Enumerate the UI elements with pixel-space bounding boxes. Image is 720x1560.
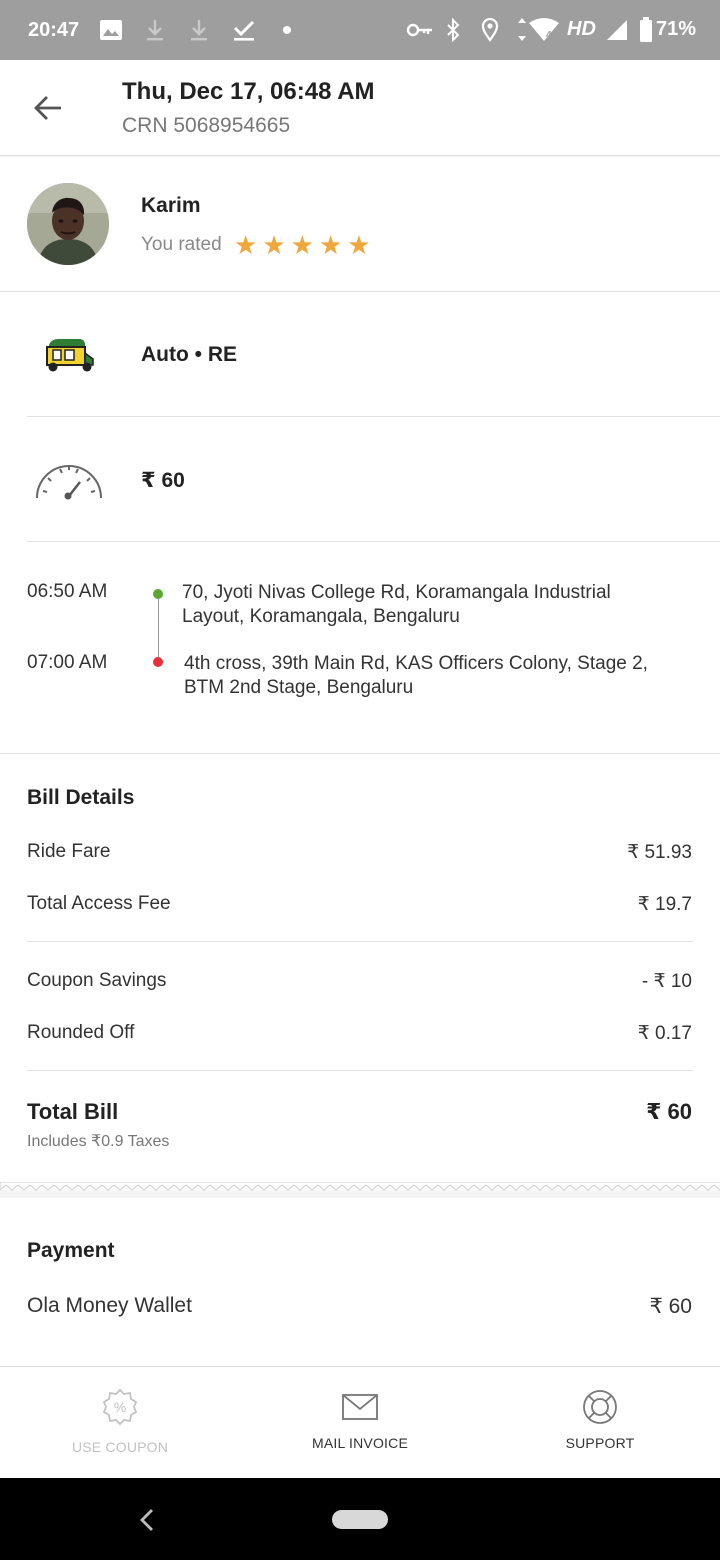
ride-fare-label: Ride Fare xyxy=(27,841,111,862)
total-bill-value: ₹ 60 xyxy=(646,1099,692,1124)
star-icon: ★ xyxy=(290,230,314,260)
rounded-off-label: Rounded Off xyxy=(27,1022,135,1043)
lifebuoy-icon xyxy=(580,1387,620,1427)
payment-method: Ola Money Wallet xyxy=(27,1294,192,1317)
download-icon xyxy=(188,16,210,44)
image-icon xyxy=(98,16,124,44)
divider xyxy=(0,753,720,754)
status-time: 20:47 xyxy=(28,19,80,41)
network-type-label: HD xyxy=(567,18,596,40)
access-fee-label: Total Access Fee xyxy=(27,893,171,914)
nav-home-button[interactable] xyxy=(332,1510,388,1529)
divider xyxy=(27,541,720,542)
svg-text:4: 4 xyxy=(546,30,552,41)
fare-amount: ₹ 60 xyxy=(141,469,185,492)
access-fee-value: ₹ 19.7 xyxy=(637,894,692,915)
divider xyxy=(27,941,693,942)
star-icon: ★ xyxy=(262,230,286,260)
signal-icon xyxy=(604,16,630,44)
driver-name: Karim xyxy=(141,194,201,217)
rating-label: You rated xyxy=(141,234,222,255)
mail-icon xyxy=(340,1387,380,1427)
vpn-key-icon xyxy=(405,16,435,44)
payment-title: Payment xyxy=(27,1239,115,1262)
speedometer-icon xyxy=(34,455,104,505)
bill-details-title: Bill Details xyxy=(27,786,135,809)
total-bill-label: Total Bill xyxy=(27,1099,119,1124)
receipt-edge xyxy=(0,1182,720,1198)
mail-invoice-button[interactable]: MAIL INVOICE xyxy=(240,1367,480,1479)
route-line xyxy=(158,598,159,662)
auto-rickshaw-icon xyxy=(34,330,104,380)
app-header: Thu, Dec 17, 06:48 AM CRN 5068954665 xyxy=(0,60,720,156)
taxes-note: Includes ₹0.9 Taxes xyxy=(27,1133,170,1150)
wifi-icon: 4 xyxy=(514,16,562,44)
ride-crn: CRN 5068954665 xyxy=(122,114,291,137)
coupon-savings-label: Coupon Savings xyxy=(27,970,167,991)
chevron-left-icon xyxy=(140,1509,153,1531)
bottom-action-bar: % USE COUPON MAIL INVOICE SUPPORT xyxy=(0,1366,720,1478)
coupon-savings-value: - ₹ 10 xyxy=(641,971,692,992)
use-coupon-button[interactable]: % USE COUPON xyxy=(0,1367,240,1479)
vehicle-type-label: Auto • RE xyxy=(141,343,238,366)
battery-icon xyxy=(638,16,654,44)
star-icon: ★ xyxy=(234,230,258,260)
mail-invoice-label: MAIL INVOICE xyxy=(311,1435,408,1451)
pickup-time: 06:50 AM xyxy=(27,581,108,602)
payment-amount: ₹ 60 xyxy=(649,1295,692,1318)
divider xyxy=(27,416,720,417)
drop-address: 4th cross, 39th Main Rd, KAS Officers Co… xyxy=(184,653,648,698)
coupon-icon: % xyxy=(100,1387,140,1427)
driver-section: Karim You rated ★ ★ ★ ★ ★ xyxy=(0,156,720,292)
divider xyxy=(27,1070,693,1071)
ride-fare-value: ₹ 51.93 xyxy=(627,842,692,863)
ride-date-title: Thu, Dec 17, 06:48 AM xyxy=(122,78,375,105)
battery-percentage: 71% xyxy=(656,18,697,40)
dot-icon xyxy=(280,16,294,44)
nav-back-button[interactable] xyxy=(132,1500,162,1540)
rounded-off-value: ₹ 0.17 xyxy=(637,1023,692,1044)
bluetooth-icon xyxy=(444,16,462,44)
location-icon xyxy=(480,16,500,44)
status-bar: 20:47 4 HD 71% xyxy=(0,0,720,60)
back-button[interactable] xyxy=(26,86,70,130)
support-button[interactable]: SUPPORT xyxy=(480,1367,720,1479)
use-coupon-label: USE COUPON xyxy=(71,1439,169,1455)
pickup-address: 70, Jyoti Nivas College Rd, Koramangala … xyxy=(182,582,611,627)
check-icon xyxy=(232,16,256,44)
drop-time: 07:00 AM xyxy=(27,652,108,673)
drop-dot-icon xyxy=(153,657,163,667)
driver-avatar xyxy=(27,183,109,265)
download-icon xyxy=(144,16,166,44)
star-icon: ★ xyxy=(347,230,371,260)
rating-stars: ★ ★ ★ ★ ★ xyxy=(234,230,371,260)
arrow-back-icon xyxy=(34,96,61,120)
star-icon: ★ xyxy=(318,230,343,260)
svg-text:%: % xyxy=(114,1399,126,1415)
support-label: SUPPORT xyxy=(565,1435,635,1451)
